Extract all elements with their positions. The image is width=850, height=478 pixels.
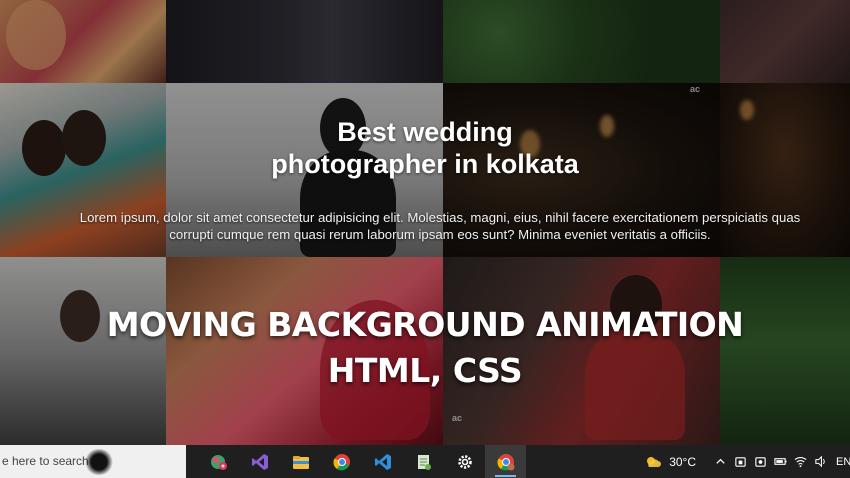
video-title-line1: MOVING BACKGROUND ANIMATION bbox=[0, 302, 850, 348]
chevron-up-icon bbox=[715, 458, 725, 464]
taskbar-settings-button[interactable] bbox=[444, 445, 485, 478]
taskbar-app-button[interactable] bbox=[198, 445, 239, 478]
photo-tile bbox=[720, 0, 850, 83]
volume-button[interactable] bbox=[811, 445, 829, 478]
vscode-icon bbox=[374, 453, 391, 470]
notepad-plus-icon bbox=[417, 454, 431, 470]
hero-description: Lorem ipsum, dolor sit amet consectetur … bbox=[79, 210, 801, 242]
hero-headline-line2: photographer in kolkata bbox=[271, 149, 579, 179]
wifi-icon bbox=[794, 456, 806, 468]
visual-studio-icon bbox=[251, 453, 268, 470]
taskbar-pinned-apps bbox=[198, 445, 526, 478]
photo-tile bbox=[0, 0, 166, 83]
photo-tile bbox=[166, 0, 443, 83]
battery-icon bbox=[773, 458, 787, 465]
video-title-overlay: MOVING BACKGROUND ANIMATION HTML, CSS bbox=[0, 302, 850, 394]
phone-link-icon bbox=[734, 457, 746, 467]
speaker-icon bbox=[814, 455, 825, 468]
watermark-logo: ac bbox=[452, 413, 463, 423]
hero-headline-line1: Best wedding bbox=[337, 117, 513, 147]
search-placeholder: e here to search bbox=[2, 454, 89, 468]
taskbar-chrome-profile-button[interactable] bbox=[485, 445, 526, 478]
taskbar-chrome-button[interactable] bbox=[321, 445, 362, 478]
show-hidden-icons-button[interactable] bbox=[711, 445, 729, 478]
weather-widget[interactable]: 30°C bbox=[643, 452, 696, 472]
system-tray: 30°C EN bbox=[643, 445, 850, 478]
taskbar-visual-studio-button[interactable] bbox=[239, 445, 280, 478]
taskbar-vscode-button[interactable] bbox=[362, 445, 403, 478]
cursor-smudge bbox=[84, 449, 114, 475]
taskbar-notepad-button[interactable] bbox=[403, 445, 444, 478]
weather-temperature: 30°C bbox=[669, 454, 696, 469]
video-title-line2: HTML, CSS bbox=[327, 351, 523, 390]
language-indicator[interactable]: EN bbox=[836, 456, 850, 468]
weather-icon bbox=[647, 456, 662, 467]
photo-tile bbox=[443, 0, 720, 83]
windows-taskbar: e here to search 30°C EN bbox=[0, 445, 850, 478]
photo-figure bbox=[6, 0, 66, 70]
watermark-logo: ac bbox=[690, 84, 701, 94]
chrome-profile-icon bbox=[496, 453, 514, 470]
hero-headline: Best wedding photographer in kolkata bbox=[0, 116, 850, 180]
app-icon bbox=[210, 454, 227, 470]
battery-button[interactable] bbox=[771, 445, 789, 478]
chrome-icon bbox=[332, 453, 350, 470]
tray-app-button[interactable] bbox=[751, 445, 769, 478]
tray-app-button[interactable] bbox=[731, 445, 749, 478]
taskbar-search-box[interactable]: e here to search bbox=[0, 445, 186, 478]
file-explorer-icon bbox=[292, 455, 309, 469]
settings-icon bbox=[457, 454, 472, 469]
wifi-button[interactable] bbox=[791, 445, 809, 478]
taskbar-file-explorer-button[interactable] bbox=[280, 445, 321, 478]
camera-icon bbox=[754, 457, 766, 467]
